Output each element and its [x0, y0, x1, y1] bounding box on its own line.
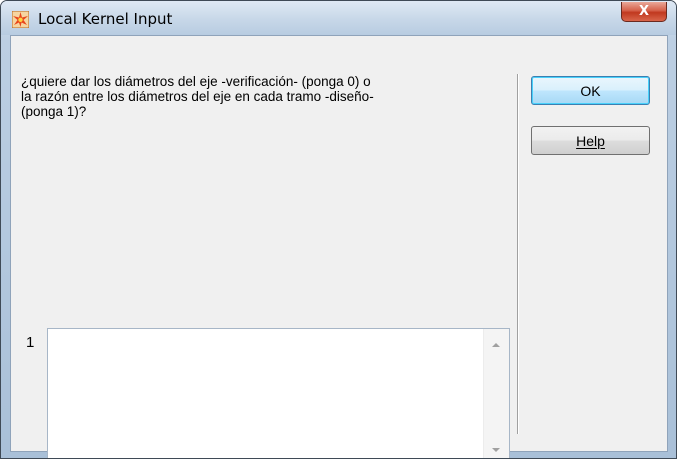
ok-button[interactable]: OK — [531, 76, 650, 105]
help-button-label: Help — [576, 132, 605, 149]
close-button[interactable]: X — [621, 2, 667, 22]
textarea-scrollbar[interactable] — [483, 329, 509, 458]
close-icon: X — [638, 4, 650, 19]
help-button[interactable]: Help — [531, 126, 650, 155]
input-value: 1 — [26, 334, 35, 351]
dialog-window: Local Kernel Input X ¿quiere dar los diá… — [0, 0, 677, 459]
kernel-star-icon — [12, 11, 29, 28]
dialog-client-area: ¿quiere dar los diámetros del eje -verif… — [10, 35, 668, 458]
vertical-separator — [517, 74, 518, 434]
prompt-text: ¿quiere dar los diámetros del eje -verif… — [21, 74, 374, 119]
ok-button-label: OK — [580, 82, 601, 99]
scroll-down-icon[interactable] — [492, 448, 500, 452]
scroll-up-icon[interactable] — [492, 343, 500, 347]
input-textarea[interactable] — [47, 328, 510, 458]
title-bar[interactable]: Local Kernel Input X — [1, 1, 676, 35]
window-title: Local Kernel Input — [38, 10, 173, 28]
